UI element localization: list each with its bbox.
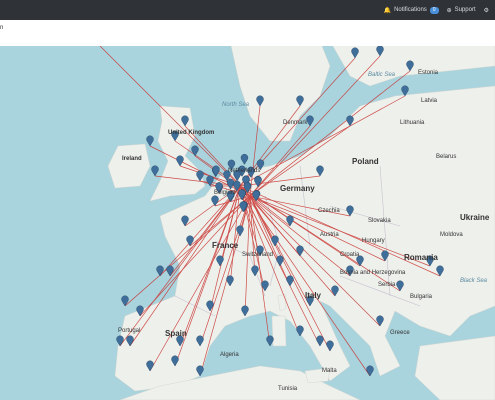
gear-icon: ⚙ [483, 7, 489, 14]
label-baltic-sea: Baltic Sea [368, 72, 396, 78]
route-map[interactable]: United Kingdom Ireland France Spain Port… [0, 46, 495, 400]
label-switzerland: Switzerland [242, 252, 273, 258]
label-uk: United Kingdom [168, 130, 214, 136]
label-belarus: Belarus [436, 154, 456, 160]
settings-link[interactable]: ⚙ [484, 7, 489, 14]
label-portugal: Portugal [118, 328, 140, 334]
notifications-link[interactable]: 🔔 Notifications 0 [383, 6, 439, 14]
label-tunisia: Tunisia [278, 386, 298, 392]
label-france: France [212, 241, 239, 250]
label-croatia: Croatia [340, 252, 360, 258]
map-canvas: United Kingdom Ireland France Spain Port… [0, 46, 495, 400]
support-link[interactable]: ⊕ Support [447, 7, 476, 14]
label-poland: Poland [352, 157, 379, 166]
label-netherlands: Netherlands [228, 168, 260, 174]
label-romania: Romania [404, 253, 438, 262]
label-bulgaria: Bulgaria [410, 294, 433, 300]
label-austria: Austria [320, 232, 339, 238]
label-black-sea: Black Sea [460, 278, 488, 284]
support-label: Support [454, 7, 476, 13]
label-bosnia: Bosnia and Herzegovina [340, 270, 406, 276]
label-greece: Greece [390, 330, 410, 336]
label-north-sea: North Sea [222, 102, 250, 108]
label-slovakia: Slovakia [368, 218, 391, 224]
label-germany: Germany [280, 184, 315, 193]
page-subheader: n [0, 20, 495, 47]
label-lithuania: Lithuania [400, 120, 425, 126]
label-czechia: Czechia [318, 208, 340, 214]
label-moldova: Moldova [440, 232, 463, 238]
label-ukraine: Ukraine [460, 213, 490, 222]
label-belgium: Belgium [214, 190, 236, 196]
label-algeria: Algeria [220, 352, 239, 358]
bell-icon: 🔔 [383, 7, 392, 14]
label-malta: Malta [322, 368, 337, 374]
label-latvia: Latvia [421, 98, 438, 104]
label-italy: Italy [305, 291, 322, 300]
label-ireland: Ireland [122, 156, 142, 162]
notifications-count-badge: 0 [429, 6, 439, 14]
subheader-text: n [0, 25, 4, 31]
label-hungary: Hungary [362, 238, 385, 244]
top-navigation-bar: 🔔 Notifications 0 ⊕ Support ⚙ [0, 0, 495, 20]
label-spain: Spain [165, 329, 187, 338]
label-denmark: Denmark [283, 120, 308, 126]
label-estonia: Estonia [418, 70, 439, 76]
support-icon: ⊕ [446, 7, 452, 14]
notifications-label: Notifications [394, 7, 427, 13]
label-serbia: Serbia [378, 282, 396, 288]
